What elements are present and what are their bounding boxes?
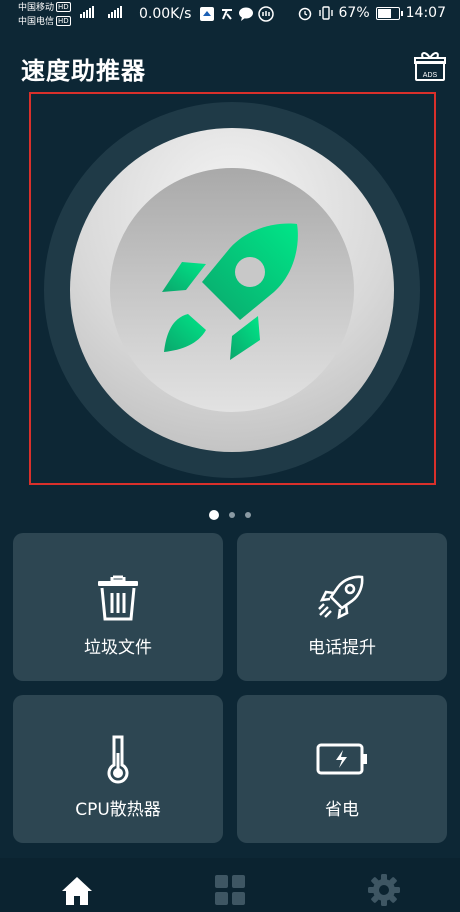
cpu-cooler-label: CPU散热器 xyxy=(75,800,161,820)
carousel-dot[interactable] xyxy=(209,509,219,520)
hd-badge: HD xyxy=(56,16,71,26)
carrier-2: 中国电信 xyxy=(18,17,55,27)
trash-icon xyxy=(98,575,138,621)
carousel-dot[interactable] xyxy=(245,511,251,518)
phone-boost-tile[interactable]: 电话提升 xyxy=(237,533,447,681)
ads-label: ADS xyxy=(423,72,438,79)
carrier-1: 中国移动 xyxy=(18,3,55,13)
gear-icon[interactable] xyxy=(368,874,400,906)
rocket-icon xyxy=(162,223,298,360)
hd-badge: HD xyxy=(56,2,71,12)
alarm-icon xyxy=(298,7,311,21)
junk-files-tile[interactable]: 垃圾文件 xyxy=(13,533,223,681)
chat-icon xyxy=(239,7,253,21)
status-bar: 中国移动 HD 中国电信 HD 0.00K/s 67% 14:07 xyxy=(0,0,460,32)
clock: 14:07 xyxy=(405,5,446,21)
carrier-info: 中国移动 HD 中国电信 HD xyxy=(18,1,71,29)
page-title: 速度助推器 xyxy=(21,57,146,85)
cpu-cooler-tile[interactable]: CPU散热器 xyxy=(13,695,223,843)
battery-charge-icon xyxy=(316,743,367,775)
carousel-dot[interactable] xyxy=(229,511,235,518)
boost-ring xyxy=(44,102,420,478)
app-notification-icon xyxy=(200,7,214,21)
power-saving-tile[interactable]: 省电 xyxy=(237,695,447,843)
grid-icon[interactable] xyxy=(214,874,246,906)
system-status: 67% 14:07 xyxy=(297,5,446,21)
app-notification-icon xyxy=(258,6,274,22)
signal-icon xyxy=(108,6,123,18)
power-saving-label: 省电 xyxy=(325,800,359,820)
network-speed: 0.00K/s xyxy=(139,6,192,22)
junk-files-label: 垃圾文件 xyxy=(84,638,152,658)
thermometer-icon xyxy=(107,735,129,784)
battery-percent: 67% xyxy=(338,5,370,21)
rocket-outline-icon xyxy=(318,575,364,620)
signal-icon xyxy=(80,6,95,18)
app-notification-icon xyxy=(222,9,232,20)
battery-icon xyxy=(375,6,403,20)
phone-boost-label: 电话提升 xyxy=(308,638,376,658)
gift-ads-icon[interactable]: ADS xyxy=(413,50,447,82)
boost-button-inner xyxy=(110,168,354,412)
bottom-nav xyxy=(0,858,460,912)
vibrate-icon xyxy=(318,6,333,20)
home-icon[interactable] xyxy=(61,874,93,906)
boost-area xyxy=(29,92,436,485)
carousel-indicator xyxy=(0,504,460,523)
boost-button[interactable] xyxy=(70,128,394,452)
